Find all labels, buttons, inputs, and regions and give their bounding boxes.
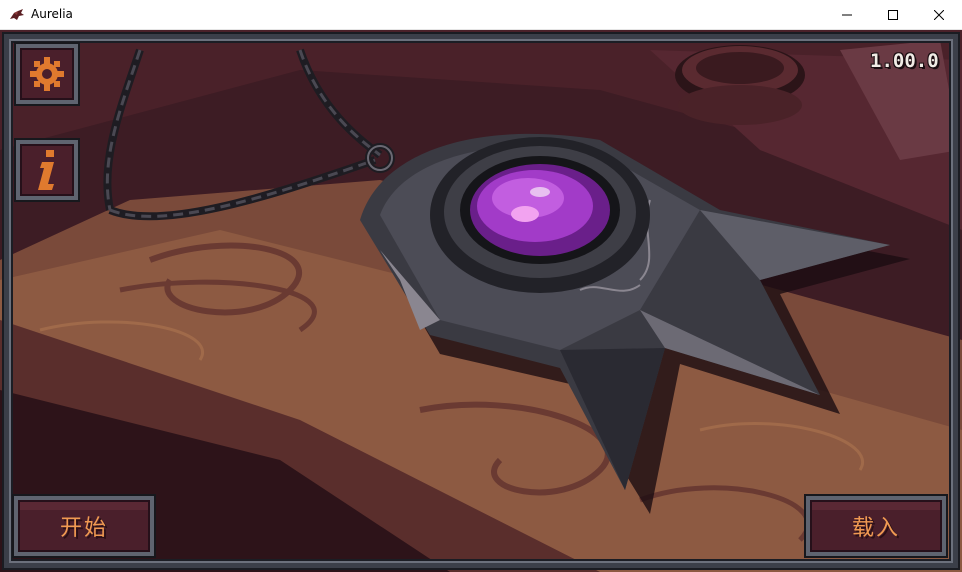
- gear-icon: [30, 57, 64, 91]
- close-icon: [934, 10, 944, 20]
- window-title: Aurelia: [31, 7, 73, 21]
- load-button[interactable]: 载入: [804, 494, 948, 558]
- minimize-icon: [842, 14, 852, 16]
- dragon-icon: [10, 9, 24, 20]
- minimize-button[interactable]: [824, 0, 870, 30]
- title-scene-artwork: [0, 30, 962, 572]
- maximize-icon: [888, 10, 898, 20]
- maximize-button[interactable]: [870, 0, 916, 30]
- settings-button[interactable]: [14, 42, 80, 106]
- info-button[interactable]: [14, 138, 80, 202]
- info-icon: [38, 150, 54, 190]
- app-window: Aurelia 1.00.0 开始 载入: [0, 0, 962, 572]
- version-label: 1.00.0: [870, 50, 939, 72]
- close-button[interactable]: [916, 0, 962, 30]
- start-button[interactable]: 开始: [12, 494, 156, 558]
- start-button-label: 开始: [59, 516, 108, 541]
- game-viewport[interactable]: 1.00.0 开始 载入: [0, 30, 962, 572]
- title-bar[interactable]: Aurelia: [0, 0, 962, 30]
- load-button-label: 载入: [851, 516, 900, 541]
